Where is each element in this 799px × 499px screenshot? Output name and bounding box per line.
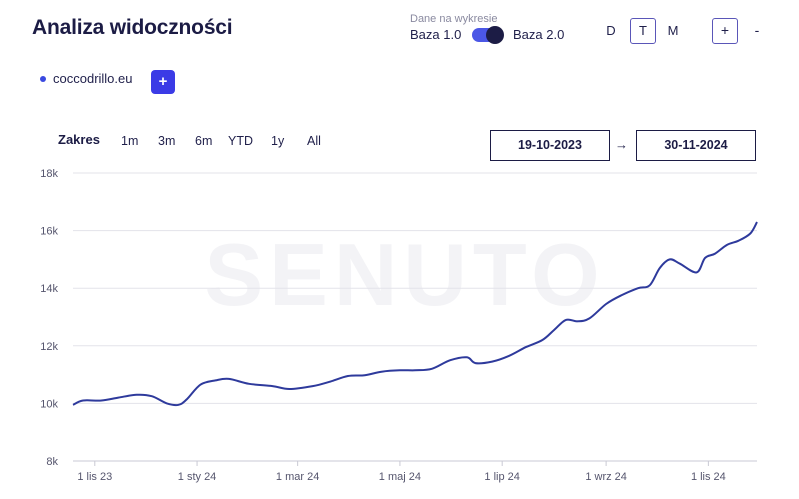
y-tick-label: 16k: [40, 226, 58, 238]
x-tick-label: 1 wrz 24: [585, 471, 627, 483]
y-tick-label: 18k: [40, 168, 58, 180]
y-axis: 8k 10k 12k 14k 16k 18k: [40, 168, 58, 468]
x-axis: 1 lis 23 1 sty 24 1 mar 24 1 maj 24 1 lip 24…: [73, 460, 757, 483]
watermark-logo: SENUTO: [204, 225, 605, 324]
visibility-chart: SENUTO 8k 10k 12k 14k 16k 18k 1 lis 23 1 sty 2…: [40, 168, 758, 483]
y-tick-label: 10k: [40, 398, 58, 410]
x-tick-label: 1 mar 24: [276, 471, 319, 483]
y-tick-label: 14k: [40, 283, 58, 295]
x-tick-label: 1 lis 23: [77, 471, 112, 483]
y-tick-label: 12k: [40, 341, 58, 353]
x-tick-label: 1 lis 24: [691, 471, 726, 483]
x-tick-label: 1 maj 24: [379, 471, 421, 483]
x-tick-label: 1 sty 24: [178, 471, 217, 483]
x-tick-label: 1 lip 24: [484, 471, 519, 483]
y-tick-label: 8k: [46, 456, 58, 468]
